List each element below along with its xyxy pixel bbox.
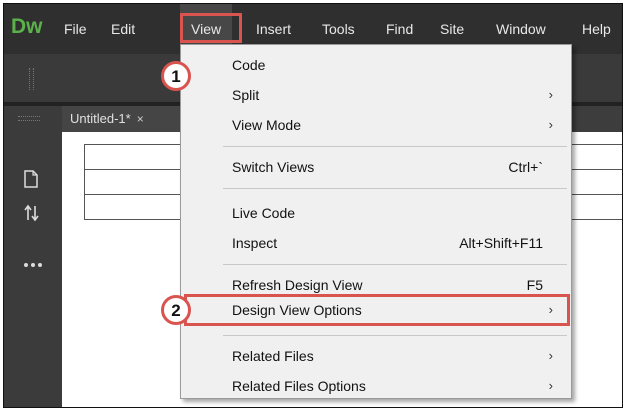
menu-item-live-code[interactable]: Live Code xyxy=(181,198,571,228)
left-tool-rail xyxy=(4,106,62,407)
view-dropdown-menu: Code Split › View Mode › Switch Views Ct… xyxy=(180,44,572,399)
chevron-right-icon: › xyxy=(548,117,553,132)
toolbar-grip[interactable] xyxy=(29,68,34,90)
menu-item-view-mode[interactable]: View Mode › xyxy=(181,110,571,140)
menu-item-label: Related Files xyxy=(232,348,314,364)
tab-label: Untitled-1* xyxy=(70,111,131,126)
menu-item-label: Code xyxy=(232,57,266,73)
menu-item-label: Split xyxy=(232,87,260,103)
menu-item-label: Related Files Options xyxy=(232,378,366,394)
menu-separator xyxy=(223,188,567,189)
menu-item-related-files[interactable]: Related Files › xyxy=(181,341,571,371)
menu-item-switch-views[interactable]: Switch Views Ctrl+` xyxy=(181,152,571,182)
step-1-badge: 1 xyxy=(161,61,191,91)
menu-item-related-files-options[interactable]: Related Files Options › xyxy=(181,371,571,401)
menu-item-inspect[interactable]: Inspect Alt+Shift+F11 xyxy=(181,228,571,258)
menu-help[interactable]: Help xyxy=(582,4,611,54)
menu-edit[interactable]: Edit xyxy=(111,4,135,54)
close-icon[interactable]: × xyxy=(137,112,144,126)
menu-item-label: Live Code xyxy=(232,205,296,221)
menu-item-label: Switch Views xyxy=(232,159,315,175)
chevron-right-icon: › xyxy=(548,87,553,102)
shortcut-label: Alt+Shift+F11 xyxy=(459,235,543,251)
step-2-badge: 2 xyxy=(161,295,191,325)
design-view-options-highlight-box xyxy=(184,294,570,326)
dreamweaver-logo: Dw xyxy=(11,15,43,38)
menu-item-label: Inspect xyxy=(232,235,278,251)
menu-separator xyxy=(223,146,567,147)
shortcut-label: Ctrl+` xyxy=(508,159,543,175)
menu-item-code[interactable]: Code xyxy=(181,50,571,80)
file-icon[interactable] xyxy=(23,170,39,192)
menu-separator xyxy=(223,264,567,265)
chevron-right-icon: › xyxy=(548,348,553,363)
view-menu-highlight-box xyxy=(180,13,242,43)
menu-item-split[interactable]: Split › xyxy=(181,80,571,110)
chevron-right-icon: › xyxy=(548,378,553,393)
menu-item-label: View Mode xyxy=(232,117,302,133)
rail-grip[interactable] xyxy=(18,116,40,121)
tab-untitled-1[interactable]: Untitled-1* × xyxy=(62,106,190,132)
dreamweaver-window: Dw File Edit View Insert Tools Find Site… xyxy=(3,3,623,408)
sort-arrows-icon[interactable] xyxy=(23,204,41,226)
menu-separator xyxy=(223,335,567,336)
menu-file[interactable]: File xyxy=(64,4,87,54)
more-dots-icon[interactable] xyxy=(23,256,43,272)
